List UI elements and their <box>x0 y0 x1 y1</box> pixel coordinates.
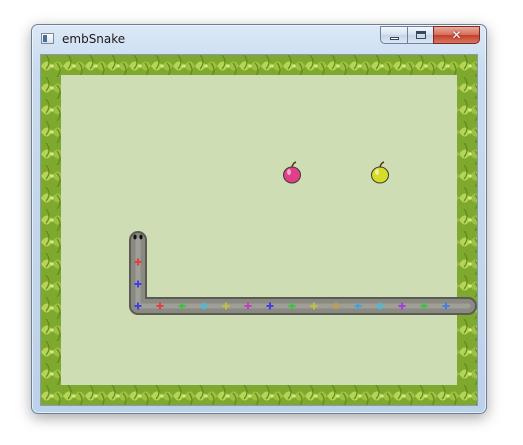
caption-buttons <box>380 26 480 45</box>
close-button[interactable] <box>433 26 480 44</box>
maximize-button[interactable] <box>407 26 433 44</box>
window-title: embSnake <box>62 32 126 46</box>
play-field <box>61 75 457 385</box>
title-bar[interactable]: embSnake <box>32 25 486 53</box>
game-window: embSnake <box>31 24 487 414</box>
minimize-button[interactable] <box>380 26 407 44</box>
game-board[interactable] <box>41 55 477 405</box>
game-area[interactable] <box>40 54 478 406</box>
app-icon[interactable] <box>41 33 54 44</box>
